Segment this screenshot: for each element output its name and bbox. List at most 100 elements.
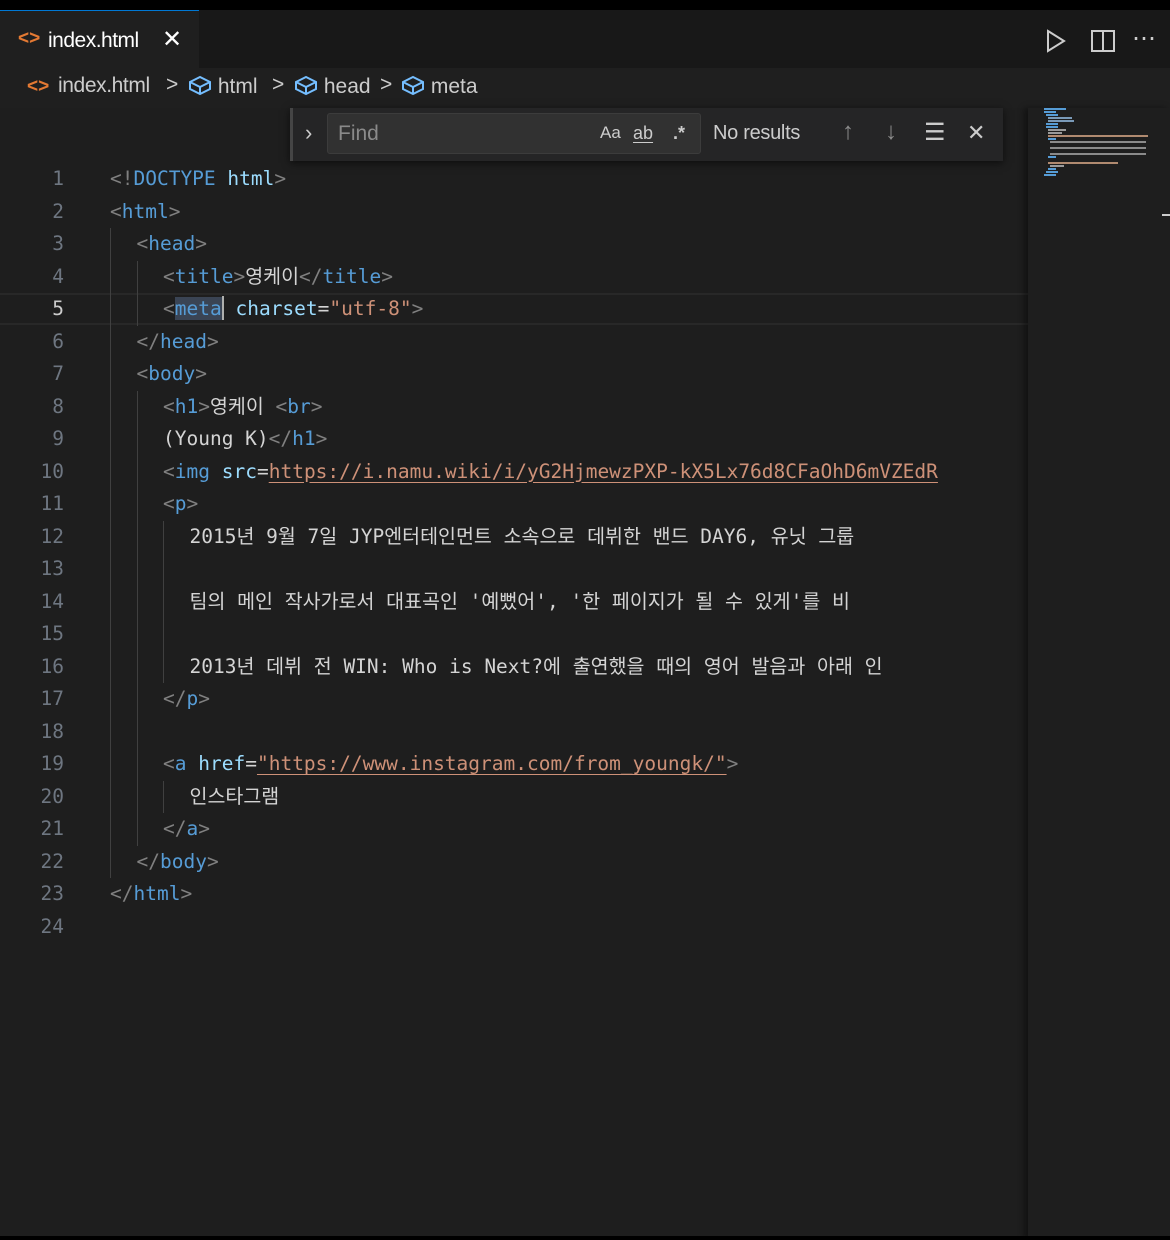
code-token: body (148, 362, 196, 385)
toggle-replace-chevron-icon[interactable]: › (305, 120, 312, 146)
find-in-selection-icon[interactable]: ☰ (924, 118, 946, 147)
breadcrumb-separator: > (166, 73, 179, 96)
line-number: 14 (40, 589, 64, 613)
breadcrumb-label: html (217, 75, 258, 98)
code-line[interactable]: 16 2013년 데뷔 전 WIN: Who is Next?에 출연했을 때의 … (0, 651, 1028, 683)
regex-toggle[interactable]: .* (673, 123, 685, 144)
breadcrumb-item-file[interactable]: index.html (58, 74, 150, 98)
code-token: h1 (174, 394, 199, 418)
line-number: 17 (40, 687, 64, 710)
tab-index-html[interactable]: <> index.html ✕ (0, 10, 199, 68)
window-top-border (0, 0, 1170, 10)
code-line[interactable]: 9 (Young K)</h1> (0, 423, 1028, 455)
code-text: <!DOCTYPE html> (110, 163, 286, 195)
code-text: (Young K)</h1> (163, 423, 327, 455)
find-input-box: Aa ab .* (327, 113, 701, 154)
code-token: br (287, 394, 311, 418)
minimap[interactable] (1028, 108, 1170, 1240)
line-number: 6 (52, 329, 64, 353)
code-line[interactable]: 7 <body> (0, 358, 1028, 390)
breadcrumb-item-meta[interactable]: meta (401, 74, 478, 99)
code-token: > (233, 264, 246, 288)
line-number: 5 (52, 297, 64, 320)
code-token: < (163, 297, 175, 320)
whole-word-toggle[interactable]: ab (633, 123, 653, 144)
split-editor-icon[interactable] (1090, 28, 1116, 59)
code-line[interactable]: 11 <p> (0, 488, 1028, 520)
code-text: 2015년 9월 7일 JYP엔터테인먼트 소속으로 데뷔한 밴드 DAY6, … (190, 521, 855, 553)
code-line[interactable]: 15 (0, 618, 1028, 650)
tab-bar: <> index.html ✕ ⋯ (0, 10, 1170, 68)
next-match-icon[interactable]: ↓ (885, 118, 897, 146)
code-token: > (206, 849, 219, 873)
code-line[interactable]: 4 <title>영케이</title> (0, 261, 1028, 293)
match-case-toggle[interactable]: Aa (600, 123, 621, 143)
code-token: > (186, 492, 199, 515)
code-line[interactable]: 13 (0, 553, 1028, 585)
run-icon[interactable] (1045, 28, 1067, 59)
code-token: </ (299, 264, 323, 288)
symbol-element-icon (295, 75, 317, 96)
code-line[interactable]: 24 (0, 911, 1028, 943)
code-line[interactable]: 12 2015년 9월 7일 JYP엔터테인먼트 소속으로 데뷔한 밴드 DAY6… (0, 521, 1028, 553)
previous-match-icon[interactable]: ↑ (842, 118, 854, 146)
code-line[interactable]: 3 <head> (0, 228, 1028, 260)
editor-actions: ⋯ (1040, 25, 1165, 59)
code-text: <body> (137, 358, 207, 390)
minimap-line (1046, 123, 1058, 125)
code-line[interactable]: 18 (0, 716, 1028, 748)
code-line[interactable]: 1 <!DOCTYPE html> (0, 163, 1028, 195)
code-line[interactable]: 10 <img src=https://i.namu.wiki/i/yG2Hjme… (0, 456, 1028, 488)
minimap-line (1048, 117, 1072, 119)
breadcrumb-label: meta (430, 75, 478, 98)
code-token: > (315, 427, 328, 450)
code-token: img (174, 459, 210, 483)
code-line[interactable]: 22 </body> (0, 846, 1028, 878)
code-line[interactable]: 8 <h1>영케이 <br> (0, 391, 1028, 423)
code-token: > (411, 297, 424, 320)
line-number: 16 (40, 654, 64, 678)
code-token: </ (110, 882, 134, 905)
line-number: 11 (40, 492, 64, 515)
code-token: html (133, 882, 181, 905)
code-token: < (110, 199, 122, 223)
minimap-line (1048, 156, 1056, 158)
code-token: "utf-8" (329, 297, 412, 320)
more-actions-icon[interactable]: ⋯ (1132, 24, 1156, 53)
code-line[interactable]: 17 </p> (0, 683, 1028, 715)
code-token: body (159, 849, 207, 873)
minimap-line (1044, 111, 1056, 113)
code-token: = (256, 459, 269, 483)
line-number: 3 (52, 232, 64, 255)
breadcrumb-item-html[interactable]: html (188, 74, 258, 99)
breadcrumb-item-head[interactable]: head (294, 74, 371, 99)
line-number: 9 (52, 427, 64, 450)
code-line[interactable]: 14 팀의 메인 작사가로서 대표곡인 '예뻤어', '한 페이지가 될 수 있게… (0, 586, 1028, 618)
code-token: > (198, 817, 210, 840)
line-number: 21 (40, 817, 64, 840)
code-line[interactable]: 21 </a> (0, 813, 1028, 845)
code-editor[interactable]: 1 <!DOCTYPE html> 2 <html> 3 <head> 4 <title>영케… (0, 162, 1028, 1240)
breadcrumb-separator: > (272, 73, 285, 96)
code-line[interactable]: 5 <meta charset="utf-8"> (0, 293, 1028, 325)
code-text: </body> (137, 846, 219, 878)
code-token: </ (136, 849, 160, 873)
code-token: < (163, 752, 175, 775)
code-line[interactable]: 23 </html> (0, 878, 1028, 910)
close-icon[interactable]: ✕ (162, 25, 182, 54)
code-text: </html> (110, 878, 192, 910)
code-token: 팀의 메인 작사가로서 대표곡인 '예뻤어', '한 페이지가 될 수 있게'를… (189, 589, 850, 613)
minimap-line (1050, 141, 1146, 143)
close-icon[interactable]: ✕ (967, 120, 985, 146)
window-bottom-border (0, 1236, 1170, 1240)
minimap-line (1046, 126, 1058, 128)
breadcrumb-separator: > (380, 73, 393, 96)
code-line[interactable]: 2 <html> (0, 196, 1028, 228)
code-line[interactable]: 19 <a href="https://www.instagram.com/fro… (0, 748, 1028, 780)
find-input[interactable] (336, 121, 590, 147)
code-line[interactable]: 20 인스타그램 (0, 781, 1028, 813)
line-number: 12 (40, 524, 64, 548)
code-text: <title>영케이</title> (163, 261, 393, 293)
code-line[interactable]: 6 </head> (0, 326, 1028, 358)
